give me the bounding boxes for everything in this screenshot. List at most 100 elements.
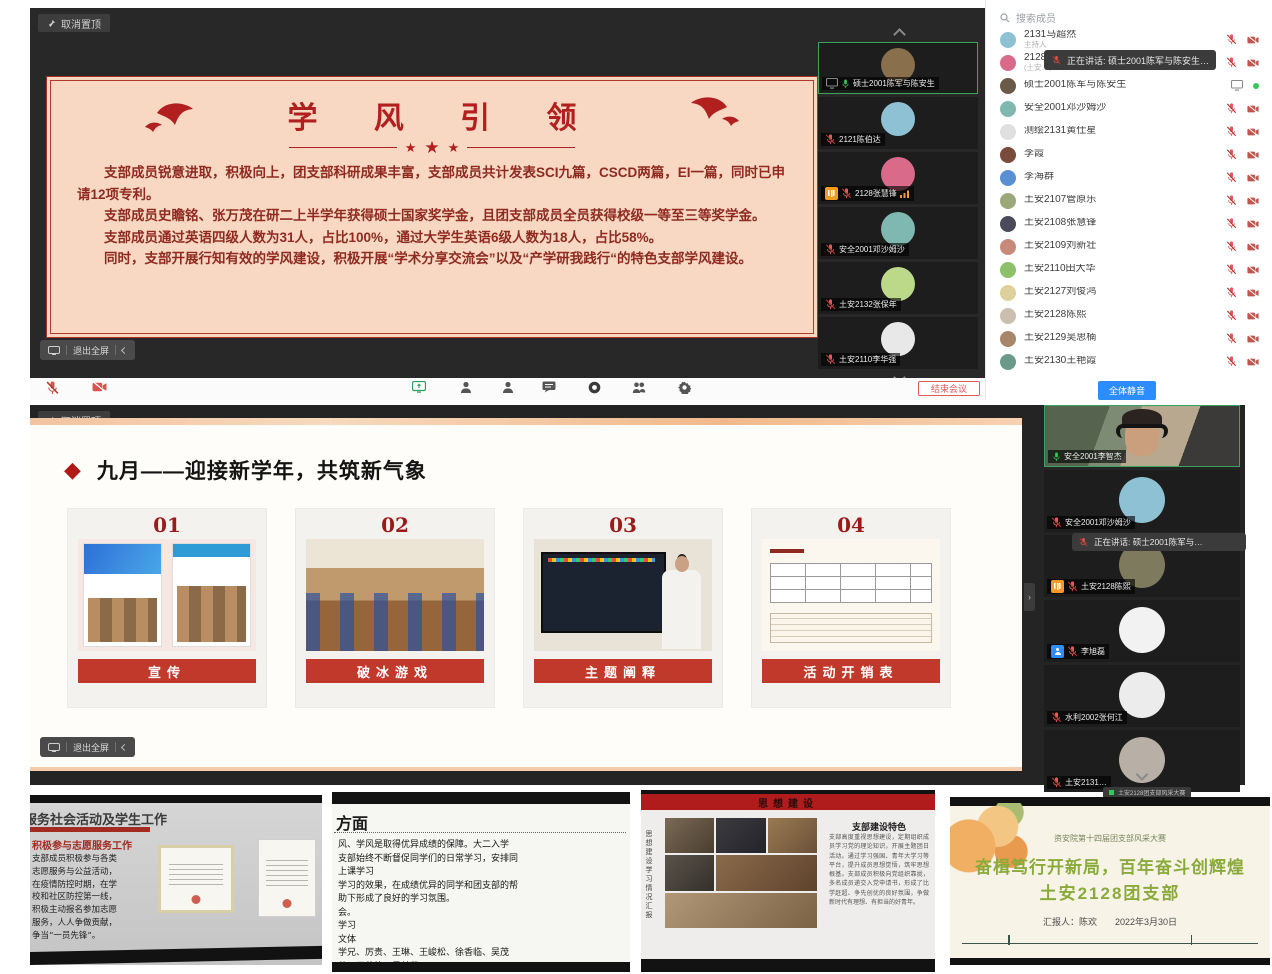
video-tile[interactable]: 土安2110李华强: [818, 317, 978, 369]
slide-paragraph: 同时，支部开展行知有效的学风建设，积极开展“学术分享交流会”以及“产学研我践行“…: [77, 248, 787, 270]
mic-muted-icon: [1226, 57, 1237, 68]
search-members[interactable]: 搜索成员: [1000, 10, 1056, 25]
participant-row[interactable]: 硕士2001陈军与陈安生: [986, 74, 1272, 97]
scroll-up-icon[interactable]: [893, 28, 906, 41]
participant-name: 安全2001李智杰: [1064, 451, 1122, 462]
camera-muted-icon: [1247, 35, 1259, 45]
calligraphy-line: 服务，人人争做贡献，: [32, 917, 154, 930]
thumb1-subheading: 积极参与志愿服务工作: [32, 837, 132, 852]
participant-row[interactable]: 安全2001邓沙姆沙: [986, 97, 1272, 120]
unpin-label: 取消置顶: [61, 16, 101, 31]
thumb3-vertical-text: 思想建设学习情况汇报: [643, 830, 653, 920]
participant-avatar: [1000, 262, 1016, 278]
raised-hand-icon: [1051, 580, 1064, 593]
mic-muted-icon: [1226, 356, 1237, 367]
exit-fullscreen-control[interactable]: 退出全屏: [40, 340, 135, 360]
settings-gear-icon[interactable]: [678, 381, 691, 394]
video-tile-label: 土安2128陈熙: [1047, 579, 1135, 594]
handwritten-line: 学习: [338, 920, 626, 934]
thumb4-presenter-line: 汇报人：陈欢 2022年3月30日: [950, 915, 1270, 928]
dove-icon: [143, 99, 201, 133]
participant-name: 土安2110李华强: [839, 354, 896, 365]
exit-fullscreen-label: 退出全屏: [73, 344, 109, 357]
panel-expand-handle[interactable]: ›: [1024, 583, 1035, 611]
mic-muted-icon: [825, 299, 836, 310]
meeting-window-middle: 取消置顶 ◆ 九月——迎接新学年，共筑新气象 01 宣传02 破冰游戏03 主题…: [30, 405, 1245, 785]
participant-name: 硕士2001陈军与陈安生: [853, 78, 935, 89]
participant-row[interactable]: 土安2107管原乐: [986, 189, 1272, 212]
participant-row[interactable]: 2131马超然主持人: [986, 28, 1272, 51]
video-tile[interactable]: 2128张慧锋: [818, 152, 978, 204]
participant-status-icons: [1226, 172, 1259, 183]
camera-muted-icon: [1247, 288, 1259, 298]
thumbnail-ideology-slide: 思想建设 思想建设学习情况汇报 支部建设特色 支部高度重视思想建设，定期组织成员…: [641, 790, 935, 972]
participant-row[interactable]: 土安2130王艳霞: [986, 350, 1272, 373]
participants-icon[interactable]: [460, 381, 472, 394]
participant-row[interactable]: 李霞: [986, 143, 1272, 166]
mute-all-button[interactable]: 全体静音: [1098, 381, 1156, 400]
unpin-button[interactable]: 取消置顶: [38, 14, 110, 32]
mic-muted-icon: [1226, 241, 1237, 252]
participant-name: 2128张慧锋: [855, 188, 897, 199]
participant-name: 土安2128陈熙: [1081, 581, 1131, 592]
participant-avatar: [1000, 285, 1016, 301]
mic-muted-icon: [1226, 149, 1237, 160]
participant-status-icons: [1226, 264, 1259, 275]
member-list: 2131马超然主持人 2128陈慧慧(土安…) 硕士2001陈军与陈安生 安全2…: [986, 28, 1272, 373]
video-tile[interactable]: 安全2001李智杰: [1044, 405, 1240, 467]
mic-muted-icon: [825, 134, 836, 145]
participant-name: 安全2001邓沙姆沙: [1065, 517, 1131, 528]
camera-muted-icon: [1247, 219, 1259, 229]
video-tile[interactable]: 2121陈伯达: [818, 97, 978, 149]
participant-name: 水利2002张何江: [1065, 712, 1123, 723]
video-tile[interactable]: 水利2002张何江: [1044, 665, 1240, 727]
red-header-bar: 思想建设: [641, 794, 935, 810]
speaking-tooltip: 正在讲话: 硕士2001陈军与陈安生…: [1044, 50, 1216, 70]
participant-row[interactable]: 土安2127刘俊鸿: [986, 281, 1272, 304]
chat-icon[interactable]: [542, 381, 556, 393]
video-tile-label: 2128张慧锋: [821, 186, 914, 201]
participant-row[interactable]: 土安2129吴思楠: [986, 327, 1272, 350]
video-tile[interactable]: 安全2001邓沙姆沙: [818, 207, 978, 259]
card-label: 破冰游戏: [306, 659, 484, 683]
video-tile[interactable]: 李旭磊: [1044, 600, 1240, 662]
mic-muted-icon: [1226, 264, 1237, 275]
participant-status-icons: [1226, 333, 1259, 344]
participant-row[interactable]: 测绘2131黄仕星: [986, 120, 1272, 143]
screen-icon: [48, 346, 60, 355]
end-meeting-button[interactable]: 结束会议: [918, 381, 980, 396]
participant-row[interactable]: 土安2109刘新壮: [986, 235, 1272, 258]
apps-icon[interactable]: [632, 381, 646, 394]
participant-name: 2131马超然: [1024, 30, 1218, 41]
participant-row[interactable]: 李海群: [986, 166, 1272, 189]
invite-icon[interactable]: [502, 381, 514, 394]
participant-name: 李海群: [1024, 172, 1218, 183]
shared-slide-study-style: 学 风 引 领 ★ ★ ★ 支部成员锐意进取，积极向上，团支部科研成果丰富，支部…: [46, 76, 818, 338]
certificate-image: [258, 839, 316, 917]
participant-avatar: [1000, 331, 1016, 347]
record-icon[interactable]: [588, 381, 601, 394]
thumb2-body: 风、学风是取得优异成绩的保障。大二入学支部始终不断督促同学们的日常学习，安排同上…: [338, 839, 626, 972]
mic-muted-icon: [1226, 287, 1237, 298]
slide-paragraph: 支部成员史瞻铭、张万茂在研二上半学年获得硕士国家奖学金，且团支部成员全员获得校级…: [77, 205, 787, 227]
participant-row[interactable]: 土安2108张慧锋: [986, 212, 1272, 235]
mic-muted-icon[interactable]: [46, 381, 59, 395]
camera-muted-icon[interactable]: [92, 381, 107, 393]
mic-active-icon: [1052, 452, 1061, 462]
signal-icon: [900, 190, 910, 198]
video-tile[interactable]: 安全2001邓沙姆沙: [1044, 470, 1240, 532]
video-tile[interactable]: 土安2132张保年: [818, 262, 978, 314]
video-tile[interactable]: 土安2131…: [1044, 730, 1240, 792]
exit-fullscreen-control[interactable]: 退出全屏: [40, 737, 135, 757]
star-icon: ★: [424, 139, 439, 156]
video-tile[interactable]: 硕士2001陈军与陈安生: [818, 42, 978, 94]
participant-status-icons: [1226, 126, 1259, 137]
calligraphy-line: 在疫情防控时期，在学: [32, 879, 154, 892]
speaking-tooltip-text: 正在讲话: 硕士2001陈军与…: [1094, 536, 1203, 548]
participant-row[interactable]: 土安2128陈熙: [986, 304, 1272, 327]
thumbnail-title-slide: 资安院第十四届团支部风采大赛 奋楫笃行开新局，百年奋斗创辉煌 土安2128团支部…: [950, 797, 1270, 965]
participant-name: 安全2001邓沙姆沙: [1024, 103, 1218, 114]
slide-paragraph: 支部成员通过英语四级人数为31人，占比100%，通过大学生英语6级人数为18人，…: [77, 227, 787, 249]
participant-row[interactable]: 土安2110田大华: [986, 258, 1272, 281]
share-screen-icon[interactable]: [412, 381, 426, 393]
